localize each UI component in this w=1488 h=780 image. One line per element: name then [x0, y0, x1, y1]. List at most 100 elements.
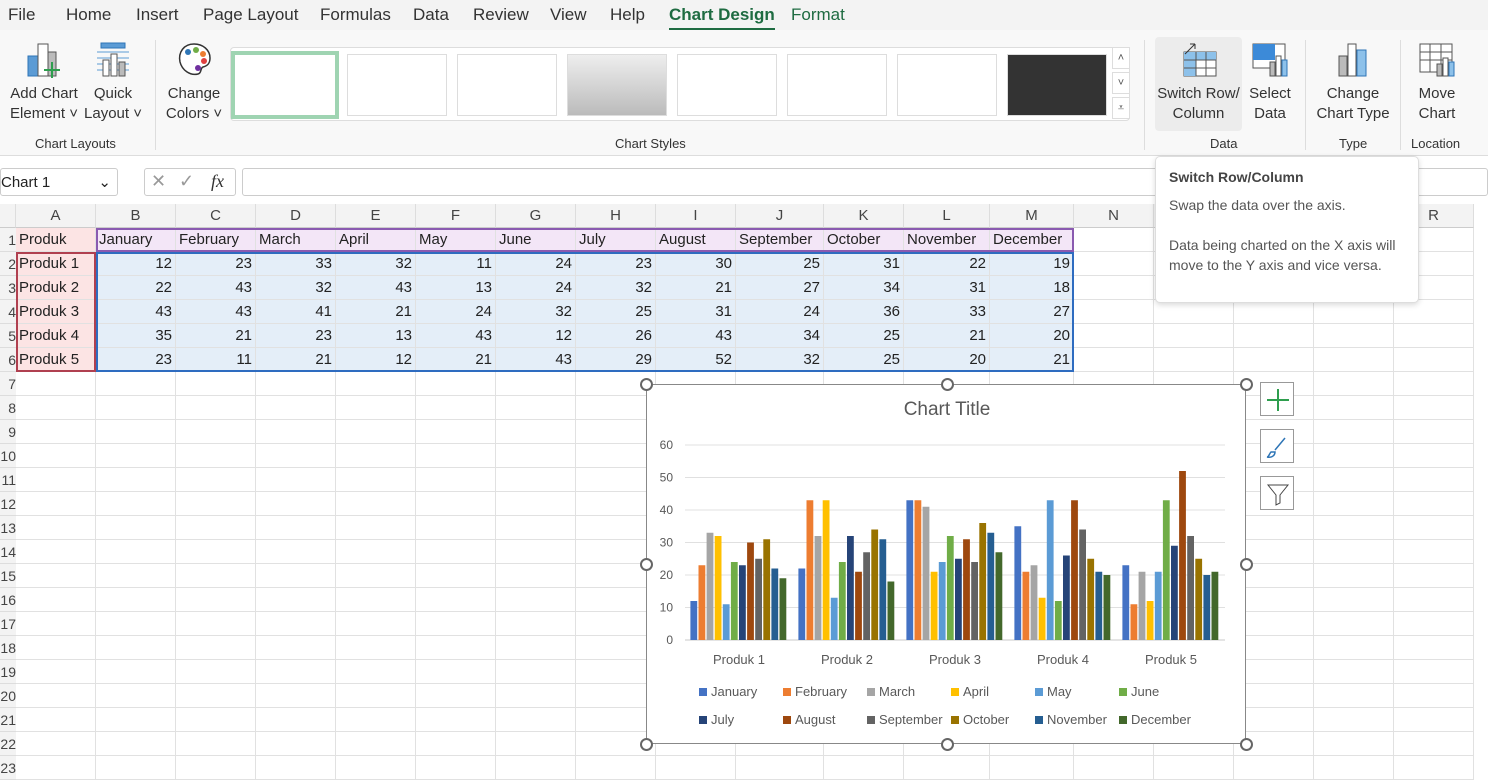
- cell[interactable]: [1394, 636, 1474, 660]
- cell[interactable]: [96, 540, 176, 564]
- cell[interactable]: [416, 492, 496, 516]
- cell[interactable]: [336, 396, 416, 420]
- cell[interactable]: 34: [736, 324, 824, 348]
- row-header[interactable]: 18: [0, 636, 16, 660]
- cell[interactable]: [1314, 420, 1394, 444]
- cell[interactable]: [1394, 708, 1474, 732]
- column-header[interactable]: C: [176, 204, 256, 228]
- cell[interactable]: [496, 660, 576, 684]
- cell[interactable]: [576, 396, 656, 420]
- cell[interactable]: 25: [576, 300, 656, 324]
- row-header[interactable]: 23: [0, 756, 16, 780]
- cell[interactable]: 27: [736, 276, 824, 300]
- resize-handle[interactable]: [640, 558, 653, 571]
- cell[interactable]: [176, 564, 256, 588]
- cell[interactable]: [1314, 756, 1394, 780]
- cell[interactable]: [16, 732, 96, 756]
- change-colors-button[interactable]: Change Colors ˅: [162, 42, 226, 124]
- cell[interactable]: [1314, 516, 1394, 540]
- cell[interactable]: [496, 732, 576, 756]
- cell[interactable]: [256, 660, 336, 684]
- cell[interactable]: [496, 516, 576, 540]
- chart[interactable]: Chart Title 0 10 20 30 40 50 60 Produk 1 Produk …: [646, 384, 1246, 744]
- cell[interactable]: [1074, 252, 1154, 276]
- resize-handle[interactable]: [1240, 738, 1253, 751]
- cell[interactable]: 43: [176, 300, 256, 324]
- cell[interactable]: [824, 756, 904, 780]
- cell[interactable]: February: [176, 228, 256, 252]
- row-header[interactable]: 21: [0, 708, 16, 732]
- cell[interactable]: 33: [904, 300, 990, 324]
- row-header[interactable]: 20: [0, 684, 16, 708]
- cell[interactable]: 27: [990, 300, 1074, 324]
- row-header[interactable]: 22: [0, 732, 16, 756]
- chart-style-4[interactable]: [567, 54, 667, 116]
- cell[interactable]: [1394, 516, 1474, 540]
- cell[interactable]: [416, 444, 496, 468]
- cell[interactable]: [1314, 564, 1394, 588]
- cell[interactable]: [96, 492, 176, 516]
- cell[interactable]: [990, 756, 1074, 780]
- cell[interactable]: [256, 540, 336, 564]
- cell[interactable]: 32: [496, 300, 576, 324]
- cell[interactable]: [176, 732, 256, 756]
- resize-handle[interactable]: [640, 378, 653, 391]
- column-header[interactable]: H: [576, 204, 656, 228]
- column-header[interactable]: I: [656, 204, 736, 228]
- cell[interactable]: [16, 540, 96, 564]
- cell[interactable]: [256, 468, 336, 492]
- cell[interactable]: [416, 516, 496, 540]
- cell[interactable]: May: [416, 228, 496, 252]
- cell[interactable]: 11: [176, 348, 256, 372]
- cell[interactable]: [256, 732, 336, 756]
- cell[interactable]: 24: [496, 252, 576, 276]
- cell[interactable]: [416, 564, 496, 588]
- cell[interactable]: 21: [176, 324, 256, 348]
- cell[interactable]: [416, 420, 496, 444]
- resize-handle[interactable]: [941, 738, 954, 751]
- cell[interactable]: 23: [576, 252, 656, 276]
- cell[interactable]: [176, 444, 256, 468]
- cell[interactable]: 24: [416, 300, 496, 324]
- resize-handle[interactable]: [1240, 378, 1253, 391]
- cell[interactable]: [16, 660, 96, 684]
- cell[interactable]: [1314, 684, 1394, 708]
- cell[interactable]: [96, 468, 176, 492]
- cell[interactable]: [176, 516, 256, 540]
- cell[interactable]: Produk 5: [16, 348, 96, 372]
- column-header[interactable]: L: [904, 204, 990, 228]
- cell[interactable]: [1234, 756, 1314, 780]
- cell[interactable]: [576, 708, 656, 732]
- cell[interactable]: [416, 732, 496, 756]
- cell[interactable]: [16, 684, 96, 708]
- cell[interactable]: [176, 708, 256, 732]
- cell[interactable]: [256, 564, 336, 588]
- cell[interactable]: [336, 684, 416, 708]
- cell[interactable]: 35: [96, 324, 176, 348]
- cell[interactable]: 13: [416, 276, 496, 300]
- cell[interactable]: [96, 756, 176, 780]
- cell[interactable]: August: [656, 228, 736, 252]
- chart-style-3[interactable]: [457, 54, 557, 116]
- cell[interactable]: [1394, 732, 1474, 756]
- cell[interactable]: [1394, 756, 1474, 780]
- cell[interactable]: 19: [990, 252, 1074, 276]
- menu-data[interactable]: Data: [413, 5, 449, 25]
- chart-style-1[interactable]: [231, 51, 339, 119]
- cell[interactable]: [576, 444, 656, 468]
- cell[interactable]: [496, 684, 576, 708]
- cell[interactable]: 41: [256, 300, 336, 324]
- cell[interactable]: [336, 708, 416, 732]
- cell[interactable]: Produk 2: [16, 276, 96, 300]
- cell[interactable]: 34: [824, 276, 904, 300]
- column-header[interactable]: J: [736, 204, 824, 228]
- cell[interactable]: [1074, 324, 1154, 348]
- cell[interactable]: 29: [576, 348, 656, 372]
- cell[interactable]: [1074, 348, 1154, 372]
- row-header[interactable]: 3: [0, 276, 16, 300]
- cell[interactable]: [1234, 300, 1314, 324]
- cell[interactable]: [576, 468, 656, 492]
- cell[interactable]: [336, 420, 416, 444]
- cell[interactable]: [16, 396, 96, 420]
- cell[interactable]: [336, 564, 416, 588]
